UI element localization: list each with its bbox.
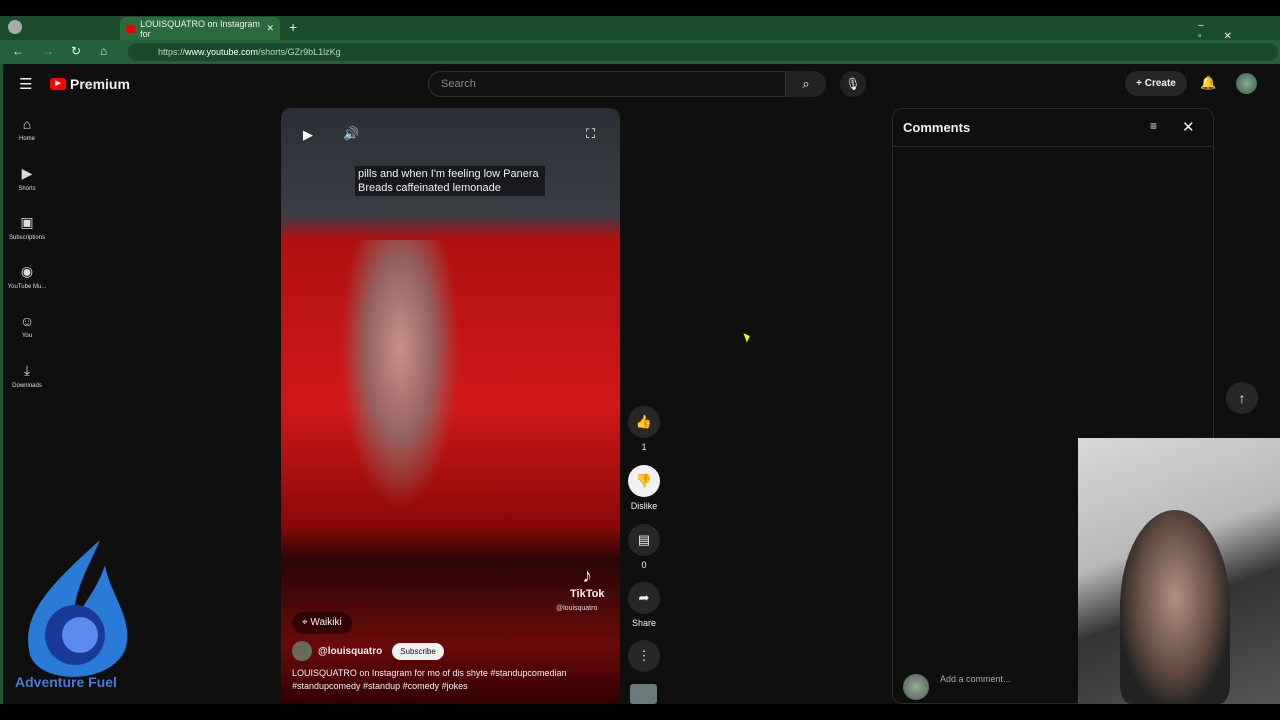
window-controls[interactable]: –▫✕ (1198, 20, 1280, 42)
volume-icon[interactable]: 🔊 (343, 126, 359, 142)
sidebar-label: Home (18, 136, 35, 142)
watermark-user: @louisquatro (556, 605, 598, 612)
voice-search-icon[interactable]: 🎙 (840, 71, 866, 97)
sidebar-label: Shorts (18, 186, 36, 192)
divider (893, 146, 1213, 147)
sidebar-item-youtube-music[interactable]: ◉ YouTube Mu... (3, 263, 51, 290)
channel-row: @louisquatro Subscribe (292, 641, 444, 661)
download-icon: ⤓ (23, 362, 31, 378)
sort-icon[interactable]: ≡ (1150, 119, 1157, 133)
play-icon[interactable]: ▶ (303, 127, 313, 143)
search-input[interactable]: Search (428, 71, 786, 97)
music-icon: ◉ (20, 263, 34, 279)
video-performer (340, 240, 460, 510)
channel-avatar[interactable] (292, 641, 312, 661)
close-tab-icon[interactable]: ✕ (266, 23, 274, 34)
comments-button[interactable]: ▤ 0 (626, 524, 662, 570)
dislike-button[interactable]: 👎 Dislike (626, 465, 662, 511)
youtube-play-icon: ▶ (50, 78, 66, 90)
like-count: 1 (641, 442, 647, 452)
subscriptions-icon: ▣ (20, 214, 34, 230)
like-button[interactable]: 👍 1 (626, 406, 662, 452)
notifications-icon[interactable]: 🔔 (1200, 75, 1216, 91)
new-tab-icon[interactable]: + (289, 19, 297, 35)
subscribe-button[interactable]: Subscribe (392, 642, 444, 660)
comment-icon: ▤ (628, 524, 660, 556)
url-path: /shorts/GZr9bL1lzKg (258, 47, 341, 57)
adventure-fuel-logo (28, 540, 128, 677)
back-icon[interactable]: ← (12, 44, 24, 58)
sidebar-label: Downloads (12, 383, 42, 389)
brand-text: Adventure Fuel (15, 674, 117, 690)
browser-tab-active[interactable]: LOUISQUATRO on Instagram for ✕ (120, 17, 280, 40)
more-icon: ⋮ (628, 640, 660, 672)
sidebar-item-you[interactable]: ☺ You (3, 313, 51, 339)
sound-thumbnail[interactable] (630, 684, 657, 704)
youtube-favicon-icon (126, 24, 136, 33)
add-comment-input[interactable]: Add a comment... (940, 674, 1011, 684)
sidebar-item-subscriptions[interactable]: ▣ Subscriptions (3, 214, 51, 241)
comments-title: Comments (903, 120, 971, 135)
thumbs-up-icon: 👍 (628, 406, 660, 438)
sidebar-item-home[interactable]: ⌂ Home (3, 116, 51, 142)
share-button[interactable]: ➦ Share (626, 582, 662, 628)
menu-icon[interactable]: ☰ (19, 75, 32, 93)
home-icon: ⌂ (22, 116, 32, 132)
url-prefix: https:// (158, 47, 186, 57)
tiktok-watermark: ♪ TikTok (570, 565, 605, 600)
create-label: Create (1144, 78, 1176, 89)
share-label: Share (631, 618, 657, 628)
youtube-premium-logo[interactable]: ▶ Premium (50, 76, 130, 92)
comment-count: 0 (641, 560, 647, 570)
user-icon: ☺ (19, 313, 35, 329)
watermark-text: TikTok (570, 588, 605, 600)
sidebar-item-downloads[interactable]: ⤓ Downloads (3, 362, 51, 389)
create-button[interactable]: + Create (1125, 71, 1187, 96)
dislike-label: Dislike (630, 501, 658, 511)
avatar[interactable] (1236, 73, 1257, 94)
thumbs-down-icon: 👎 (628, 465, 660, 497)
video-caption: pills and when I'm feeling low Panera Br… (355, 166, 545, 196)
avatar (903, 674, 929, 700)
url-domain: www.youtube.com (185, 47, 259, 57)
channel-name[interactable]: @louisquatro (318, 646, 382, 657)
forward-icon[interactable]: → (42, 44, 54, 58)
sidebar-label: You (21, 333, 33, 339)
share-icon: ➦ (628, 582, 660, 614)
os-bottom-bar (0, 704, 1280, 720)
previous-video-button[interactable]: ↑ (1226, 382, 1258, 414)
tab-title: LOUISQUATRO on Instagram for (140, 18, 260, 39)
shorts-icon: ▶ (21, 165, 33, 181)
close-icon[interactable]: ✕ (1182, 118, 1195, 136)
video-description: LOUISQUATRO on Instagram for mo of dis s… (292, 668, 567, 691)
fullscreen-icon[interactable]: ⛶ (586, 126, 595, 142)
search-button[interactable]: ⌕ (786, 71, 826, 97)
reload-icon[interactable]: ↻ (71, 44, 81, 58)
profile-icon[interactable] (8, 20, 22, 34)
url-field[interactable]: https://www.youtube.com/shorts/GZr9bL1lz… (128, 43, 1278, 61)
sidebar-item-shorts[interactable]: ▶ Shorts (3, 165, 51, 192)
location-label: Waikiki (310, 617, 342, 628)
sidebar-label: YouTube Mu... (7, 284, 47, 290)
sidebar-label: Subscriptions (8, 235, 46, 241)
home-icon[interactable]: ⌂ (100, 44, 107, 58)
os-top-bar (0, 0, 1280, 16)
location-chip[interactable]: ⌖ Waikiki (292, 612, 352, 634)
logo-text: Premium (70, 76, 130, 92)
webcam-person (1120, 510, 1230, 704)
more-button[interactable]: ⋮ (626, 640, 662, 676)
